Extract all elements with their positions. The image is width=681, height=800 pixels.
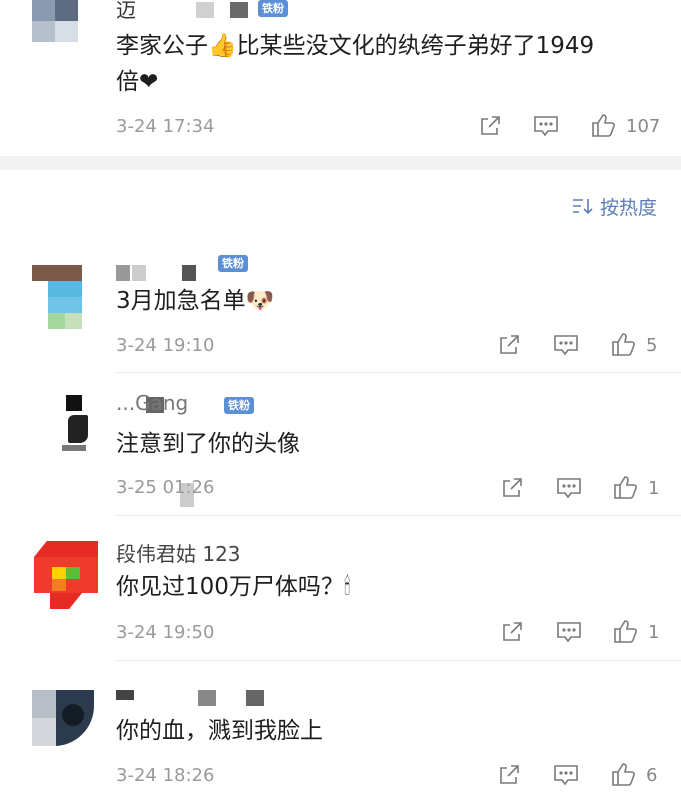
comment-time: 3-24 19:50 <box>116 622 215 643</box>
like-count: 107 <box>626 116 661 137</box>
thumb-up-icon[interactable] <box>590 112 616 138</box>
comment-icon[interactable] <box>553 763 579 787</box>
thumb-up-icon[interactable] <box>612 618 638 644</box>
share-icon[interactable] <box>500 476 524 500</box>
username[interactable]: 段伟君姑 123 <box>116 538 241 567</box>
comment-icon[interactable] <box>556 620 582 644</box>
fan-badge: 铁粉 <box>218 255 248 272</box>
censor-mosaic <box>116 265 130 281</box>
avatar[interactable] <box>32 265 82 329</box>
thumb-up-icon[interactable] <box>612 474 638 500</box>
sort-icon <box>572 197 594 220</box>
share-icon[interactable] <box>497 763 521 787</box>
censor-mosaic <box>132 265 146 281</box>
comment-item: ...Gang 铁粉 注意到了你的头像 3-25 01:26 1 <box>0 391 681 507</box>
thumb-up-icon[interactable] <box>610 331 636 357</box>
comment-text: 3月加急名单🐶 <box>116 288 275 314</box>
comment-text-line2: 倍❤ <box>116 69 159 95</box>
like-count: 6 <box>646 765 658 786</box>
comment-time: 3-24 17:34 <box>116 116 215 137</box>
comment-item: 段伟君姑 123 你见过100万尸体吗？🕯 3-24 19:50 1 <box>0 535 681 650</box>
like-count: 1 <box>648 622 660 643</box>
like-count: 1 <box>648 478 660 499</box>
avatar[interactable] <box>32 0 78 42</box>
censor-mosaic <box>182 265 196 281</box>
username[interactable]: ...Gang <box>116 391 188 415</box>
comment-text: 你的血，溅到我脸上 <box>116 718 323 744</box>
comment-time: 3-25 01:26 <box>116 477 215 498</box>
fan-badge: 铁粉 <box>224 397 254 414</box>
share-icon[interactable] <box>500 620 524 644</box>
comment-icon[interactable] <box>533 114 559 138</box>
like-count: 5 <box>646 335 658 356</box>
sort-label: 按热度 <box>599 197 657 219</box>
comment-icon[interactable] <box>553 333 579 357</box>
comment-text: 李家公子👍比某些没文化的纨绔子弟好了1949 <box>116 33 595 59</box>
avatar[interactable] <box>60 395 96 455</box>
thumb-up-icon[interactable] <box>610 761 636 787</box>
censor-mosaic <box>116 690 134 700</box>
divider <box>115 515 681 516</box>
divider <box>115 660 681 661</box>
avatar[interactable] <box>34 541 98 609</box>
comment-item: 铁粉 3月加急名单🐶 3-24 19:10 5 <box>0 255 681 370</box>
share-icon[interactable] <box>478 114 502 138</box>
comment-time: 3-24 18:26 <box>116 765 215 786</box>
censor-mosaic <box>196 2 214 18</box>
section-divider <box>0 156 681 170</box>
fan-badge: 铁粉 <box>258 0 288 17</box>
comment-text: 你见过100万尸体吗？🕯 <box>116 574 351 600</box>
comment-icon[interactable] <box>556 476 582 500</box>
divider <box>115 372 681 373</box>
comment-time: 3-24 19:10 <box>116 335 215 356</box>
censor-mosaic <box>198 690 216 706</box>
censor-mosaic <box>246 690 264 706</box>
comment-text: 注意到了你的头像 <box>116 431 300 457</box>
share-icon[interactable] <box>497 333 521 357</box>
username[interactable]: 迈 <box>116 0 136 23</box>
censor-mosaic <box>230 2 248 18</box>
sort-button[interactable]: 按热度 <box>572 193 657 220</box>
avatar[interactable] <box>32 690 94 746</box>
comment-item: 迈 铁粉 李家公子👍比某些没文化的纨绔子弟好了1949 倍❤ 3-24 17:3… <box>0 0 681 156</box>
comment-item: 你的血，溅到我脸上 3-24 18:26 6 <box>0 690 681 800</box>
